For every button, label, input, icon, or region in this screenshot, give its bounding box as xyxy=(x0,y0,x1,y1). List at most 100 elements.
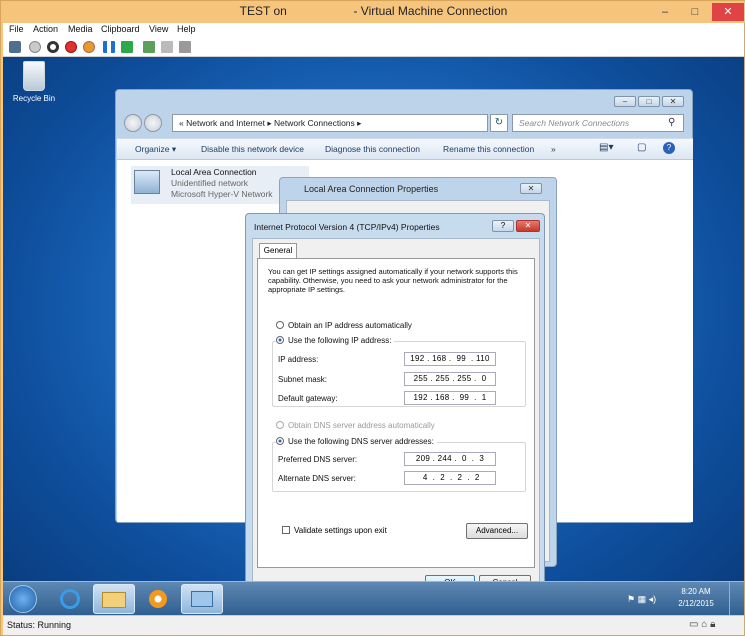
radio-icon xyxy=(276,321,284,329)
search-icon: ⚲ xyxy=(668,117,676,128)
help-icon[interactable]: ? xyxy=(663,142,675,154)
search-input[interactable]: Search Network Connections ⚲ xyxy=(512,114,684,132)
internet-explorer-icon[interactable] xyxy=(49,584,91,614)
host-title: TEST on - Virtual Machine Connection xyxy=(239,4,508,18)
explorer-maximize-button[interactable]: □ xyxy=(638,96,660,107)
network-connections-taskbar-icon[interactable] xyxy=(181,584,223,614)
ip-address-label: IP address: xyxy=(278,355,319,364)
taskbar: ⚑ ▦ ◂) 8:20 AM 2/12/2015 xyxy=(3,581,744,615)
volume-icon[interactable]: ◂) xyxy=(649,594,657,604)
use-following-ip-radio[interactable]: Use the following IP address: xyxy=(276,336,395,345)
ctrl-alt-del-icon[interactable] xyxy=(9,41,21,53)
minimize-button[interactable]: – xyxy=(651,3,679,21)
host-menubar: File Action Media Clipboard View Help xyxy=(3,23,744,37)
revert-icon[interactable] xyxy=(161,41,173,53)
media-player-icon[interactable] xyxy=(137,584,179,614)
preview-pane-icon[interactable]: ▢ xyxy=(637,142,646,153)
start-button[interactable] xyxy=(9,585,37,613)
host-window: TEST on - Virtual Machine Connection – □… xyxy=(0,0,745,636)
explorer-close-button[interactable]: ✕ xyxy=(662,96,684,107)
clock[interactable]: 8:20 AM 2/12/2015 xyxy=(673,586,719,610)
address-bar[interactable]: « Network and Internet ▸ Network Connect… xyxy=(172,114,488,132)
explorer-minimize-button[interactable]: – xyxy=(614,96,636,107)
rename-button[interactable]: Rename this connection xyxy=(443,144,534,154)
organize-menu[interactable]: Organize ▾ xyxy=(135,144,176,155)
advanced-button[interactable]: Advanced... xyxy=(466,523,528,539)
system-tray[interactable]: ⚑ ▦ ◂) xyxy=(627,594,656,605)
lan-properties-title: Local Area Connection Properties xyxy=(304,184,439,194)
obtain-dns-auto-radio[interactable]: Obtain DNS server address automatically xyxy=(276,421,435,430)
checkbox-icon xyxy=(282,526,290,534)
ipv4-properties-dialog: Internet Protocol Version 4 (TCP/IPv4) P… xyxy=(245,213,545,605)
close-button[interactable]: ✕ xyxy=(712,3,744,21)
search-placeholder: Search Network Connections xyxy=(519,118,630,128)
default-gateway-field[interactable]: 192 . 168 . 99 . 1 xyxy=(404,391,496,405)
menu-file[interactable]: File xyxy=(9,24,24,34)
menu-clipboard[interactable]: Clipboard xyxy=(101,24,140,34)
checkpoint-icon[interactable] xyxy=(143,41,155,53)
command-bar: Organize ▾ Disable this network device D… xyxy=(117,138,693,160)
radio-icon xyxy=(276,421,284,429)
forward-button[interactable] xyxy=(144,114,162,132)
mouse-icon: ⌂ xyxy=(701,619,708,630)
alternate-dns-field[interactable]: 4 . 2 . 2 . 2 xyxy=(404,471,496,485)
show-desktop-button[interactable] xyxy=(729,582,744,615)
file-explorer-icon[interactable] xyxy=(93,584,135,614)
back-button[interactable] xyxy=(124,114,142,132)
lock-icon: 🔒︎ xyxy=(710,619,716,630)
recycle-bin-label: Recycle Bin xyxy=(12,94,56,103)
enhanced-session-icon[interactable] xyxy=(179,41,191,53)
connection-status: Unidentified network xyxy=(171,178,249,188)
guest-desktop[interactable]: Recycle Bin – □ ✕ « Network and Internet… xyxy=(3,57,744,615)
lan-properties-close-button[interactable]: ✕ xyxy=(520,183,542,194)
address-path: « Network and Internet ▸ Network Connect… xyxy=(179,118,362,128)
menu-view[interactable]: View xyxy=(149,24,168,34)
ip-settings-description: You can get IP settings assigned automat… xyxy=(268,267,518,294)
menu-media[interactable]: Media xyxy=(68,24,93,34)
status-icons: ▭ ⌂ 🔒︎ xyxy=(689,619,715,630)
clock-time: 8:20 AM xyxy=(681,587,711,596)
subnet-mask-label: Subnet mask: xyxy=(278,375,327,384)
general-panel: You can get IP settings assigned automat… xyxy=(257,258,535,568)
menu-help[interactable]: Help xyxy=(177,24,196,34)
more-commands-button[interactable]: » xyxy=(551,144,556,154)
ipv4-dialog-title: Internet Protocol Version 4 (TCP/IPv4) P… xyxy=(254,222,440,232)
validate-checkbox[interactable]: Validate settings upon exit xyxy=(282,526,387,535)
clock-date: 2/12/2015 xyxy=(678,599,714,608)
diagnose-button[interactable]: Diagnose this connection xyxy=(325,144,420,154)
preferred-dns-label: Preferred DNS server: xyxy=(278,455,358,464)
resume-icon[interactable] xyxy=(121,41,133,53)
keyboard-icon: ▭ xyxy=(689,619,699,630)
connection-name: Local Area Connection xyxy=(171,167,257,177)
maximize-button[interactable]: □ xyxy=(681,3,709,21)
dialog-help-button[interactable]: ? xyxy=(492,220,514,232)
view-options-icon[interactable]: ▤▾ xyxy=(599,142,613,153)
menu-action[interactable]: Action xyxy=(33,24,58,34)
host-titlebar[interactable]: TEST on - Virtual Machine Connection – □… xyxy=(1,1,745,23)
obtain-ip-auto-radio[interactable]: Obtain an IP address automatically xyxy=(276,321,412,330)
host-toolbar xyxy=(3,37,744,57)
tab-general[interactable]: General xyxy=(259,243,297,259)
network-icon[interactable]: ▦ xyxy=(638,594,647,604)
recycle-bin-icon xyxy=(23,61,45,91)
ipv4-dialog-body: General You can get IP settings assigned… xyxy=(252,238,540,600)
action-center-icon[interactable]: ⚑ xyxy=(627,594,635,604)
start-vm-icon[interactable] xyxy=(29,41,41,53)
disable-device-button[interactable]: Disable this network device xyxy=(201,144,304,154)
alternate-dns-label: Alternate DNS server: xyxy=(278,474,356,483)
refresh-button[interactable]: ↻ xyxy=(490,114,508,132)
pause-icon[interactable] xyxy=(103,41,115,53)
turn-off-icon[interactable] xyxy=(47,41,59,53)
use-following-dns-radio[interactable]: Use the following DNS server addresses: xyxy=(276,437,437,446)
recycle-bin[interactable]: Recycle Bin xyxy=(11,61,57,103)
connection-adapter: Microsoft Hyper-V Network xyxy=(171,189,273,199)
host-statusbar: Status: Running ▭ ⌂ 🔒︎ xyxy=(3,615,744,635)
save-state-icon[interactable] xyxy=(83,41,95,53)
network-adapter-icon xyxy=(134,170,160,194)
ip-address-field[interactable]: 192 . 168 . 99 . 110 xyxy=(404,352,496,366)
subnet-mask-field[interactable]: 255 . 255 . 255 . 0 xyxy=(404,372,496,386)
dialog-close-button[interactable]: ✕ xyxy=(516,220,540,232)
shutdown-icon[interactable] xyxy=(65,41,77,53)
radio-selected-icon xyxy=(276,437,284,445)
preferred-dns-field[interactable]: 209 . 244 . 0 . 3 xyxy=(404,452,496,466)
